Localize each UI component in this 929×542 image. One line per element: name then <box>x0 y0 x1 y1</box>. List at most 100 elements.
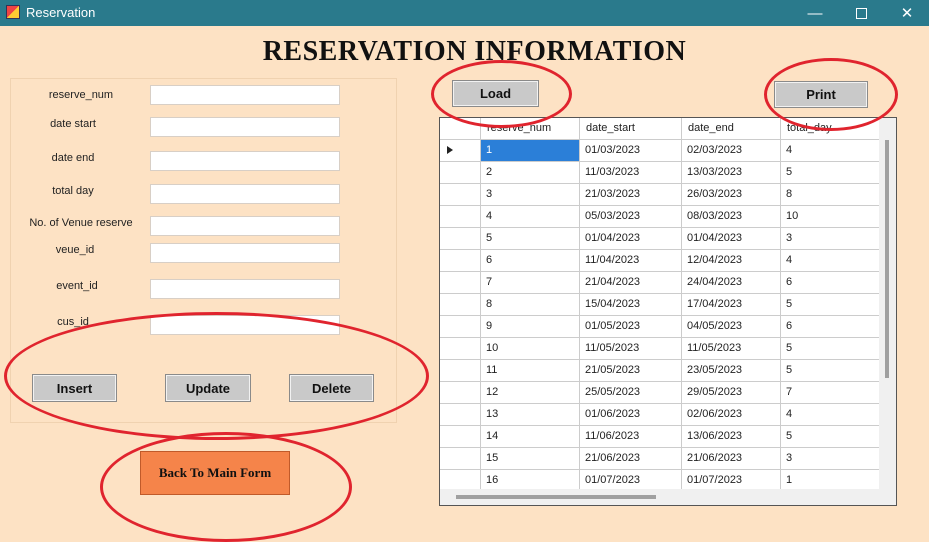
table-row[interactable]: 13 01/06/2023 02/06/2023 4 <box>440 404 880 426</box>
table-row[interactable]: 3 21/03/2023 26/03/2023 8 <box>440 184 880 206</box>
table-row[interactable]: 10 11/05/2023 11/05/2023 5 <box>440 338 880 360</box>
row-header[interactable] <box>440 184 481 205</box>
update-button[interactable]: Update <box>165 374 251 402</box>
cell-reserve-num[interactable]: 12 <box>481 382 580 403</box>
cell-date-end[interactable]: 26/03/2023 <box>682 184 781 205</box>
table-row[interactable]: 11 21/05/2023 23/05/2023 5 <box>440 360 880 382</box>
table-row[interactable]: 2 11/03/2023 13/03/2023 5 <box>440 162 880 184</box>
cell-date-start[interactable]: 21/03/2023 <box>580 184 682 205</box>
cell-reserve-num[interactable]: 1 <box>481 140 580 161</box>
date-start-input[interactable] <box>150 117 340 137</box>
cell-date-start[interactable]: 11/03/2023 <box>580 162 682 183</box>
row-header[interactable] <box>440 228 481 249</box>
cell-total-day[interactable]: 10 <box>781 206 880 227</box>
table-row[interactable]: 9 01/05/2023 04/05/2023 6 <box>440 316 880 338</box>
table-row[interactable]: 15 21/06/2023 21/06/2023 3 <box>440 448 880 470</box>
cell-reserve-num[interactable]: 2 <box>481 162 580 183</box>
cell-reserve-num[interactable]: 5 <box>481 228 580 249</box>
reservation-table[interactable]: reserve_num date_start date_end total_da… <box>439 117 897 506</box>
cell-total-day[interactable]: 5 <box>781 360 880 381</box>
cus-id-input[interactable] <box>150 315 340 335</box>
cell-reserve-num[interactable]: 11 <box>481 360 580 381</box>
vertical-scrollbar[interactable] <box>879 118 896 489</box>
cell-total-day[interactable]: 4 <box>781 404 880 425</box>
cell-reserve-num[interactable]: 3 <box>481 184 580 205</box>
table-row[interactable]: 7 21/04/2023 24/04/2023 6 <box>440 272 880 294</box>
cell-total-day[interactable]: 3 <box>781 228 880 249</box>
table-row[interactable]: 8 15/04/2023 17/04/2023 5 <box>440 294 880 316</box>
cell-date-start[interactable]: 15/04/2023 <box>580 294 682 315</box>
cell-date-end[interactable]: 24/04/2023 <box>682 272 781 293</box>
cell-date-start[interactable]: 21/04/2023 <box>580 272 682 293</box>
cell-date-end[interactable]: 17/04/2023 <box>682 294 781 315</box>
cell-reserve-num[interactable]: 10 <box>481 338 580 359</box>
cell-date-start[interactable]: 11/06/2023 <box>580 426 682 447</box>
row-header[interactable] <box>440 448 481 469</box>
cell-date-end[interactable]: 01/07/2023 <box>682 470 781 491</box>
cell-date-start[interactable]: 01/07/2023 <box>580 470 682 491</box>
row-header[interactable] <box>440 272 481 293</box>
cell-date-end[interactable]: 21/06/2023 <box>682 448 781 469</box>
cell-total-day[interactable]: 1 <box>781 470 880 491</box>
row-header[interactable] <box>440 294 481 315</box>
date-end-input[interactable] <box>150 151 340 171</box>
cell-date-end[interactable]: 12/04/2023 <box>682 250 781 271</box>
row-header[interactable] <box>440 206 481 227</box>
cell-total-day[interactable]: 5 <box>781 294 880 315</box>
column-header-date-end[interactable]: date_end <box>682 118 781 140</box>
table-row[interactable]: 5 01/04/2023 01/04/2023 3 <box>440 228 880 250</box>
cell-reserve-num[interactable]: 15 <box>481 448 580 469</box>
column-header-total-day[interactable]: total_day <box>781 118 880 140</box>
cell-date-start[interactable]: 21/06/2023 <box>580 448 682 469</box>
row-header[interactable] <box>440 316 481 337</box>
insert-button[interactable]: Insert <box>32 374 117 402</box>
back-to-main-form-button[interactable]: Back To Main Form <box>140 451 290 495</box>
delete-button[interactable]: Delete <box>289 374 374 402</box>
cell-date-start[interactable]: 21/05/2023 <box>580 360 682 381</box>
event-id-input[interactable] <box>150 279 340 299</box>
row-header[interactable] <box>440 360 481 381</box>
load-button[interactable]: Load <box>452 80 539 107</box>
column-header-reserve-num[interactable]: reserve_num <box>481 118 580 140</box>
row-header[interactable] <box>440 338 481 359</box>
total-day-input[interactable] <box>150 184 340 204</box>
column-header-date-start[interactable]: date_start <box>580 118 682 140</box>
cell-reserve-num[interactable]: 9 <box>481 316 580 337</box>
row-header[interactable] <box>440 404 481 425</box>
venue-count-input[interactable] <box>150 216 340 236</box>
cell-date-end[interactable]: 01/04/2023 <box>682 228 781 249</box>
cell-date-end[interactable]: 29/05/2023 <box>682 382 781 403</box>
row-header[interactable] <box>440 162 481 183</box>
cell-date-start[interactable]: 01/04/2023 <box>580 228 682 249</box>
cell-date-end[interactable]: 13/03/2023 <box>682 162 781 183</box>
horizontal-scrollbar[interactable] <box>440 489 896 505</box>
cell-date-start[interactable]: 05/03/2023 <box>580 206 682 227</box>
cell-date-start[interactable]: 01/03/2023 <box>580 140 682 161</box>
cell-reserve-num[interactable]: 16 <box>481 470 580 491</box>
cell-reserve-num[interactable]: 7 <box>481 272 580 293</box>
cell-total-day[interactable]: 5 <box>781 162 880 183</box>
reserve-num-input[interactable] <box>150 85 340 105</box>
cell-total-day[interactable]: 6 <box>781 316 880 337</box>
cell-date-end[interactable]: 08/03/2023 <box>682 206 781 227</box>
table-row[interactable]: 12 25/05/2023 29/05/2023 7 <box>440 382 880 404</box>
table-row[interactable]: 1 01/03/2023 02/03/2023 4 <box>440 140 880 162</box>
cell-total-day[interactable]: 6 <box>781 272 880 293</box>
table-row[interactable]: 6 11/04/2023 12/04/2023 4 <box>440 250 880 272</box>
table-row[interactable]: 4 05/03/2023 08/03/2023 10 <box>440 206 880 228</box>
cell-date-start[interactable]: 11/05/2023 <box>580 338 682 359</box>
cell-reserve-num[interactable]: 13 <box>481 404 580 425</box>
print-button[interactable]: Print <box>774 81 868 108</box>
cell-date-end[interactable]: 04/05/2023 <box>682 316 781 337</box>
cell-date-start[interactable]: 01/06/2023 <box>580 404 682 425</box>
cell-date-end[interactable]: 13/06/2023 <box>682 426 781 447</box>
cell-total-day[interactable]: 5 <box>781 426 880 447</box>
row-header[interactable] <box>440 426 481 447</box>
cell-reserve-num[interactable]: 6 <box>481 250 580 271</box>
maximize-icon[interactable] <box>838 0 884 26</box>
cell-total-day[interactable]: 4 <box>781 250 880 271</box>
cell-date-end[interactable]: 02/06/2023 <box>682 404 781 425</box>
cell-date-start[interactable]: 11/04/2023 <box>580 250 682 271</box>
horizontal-scroll-thumb[interactable] <box>456 495 656 499</box>
cell-total-day[interactable]: 5 <box>781 338 880 359</box>
